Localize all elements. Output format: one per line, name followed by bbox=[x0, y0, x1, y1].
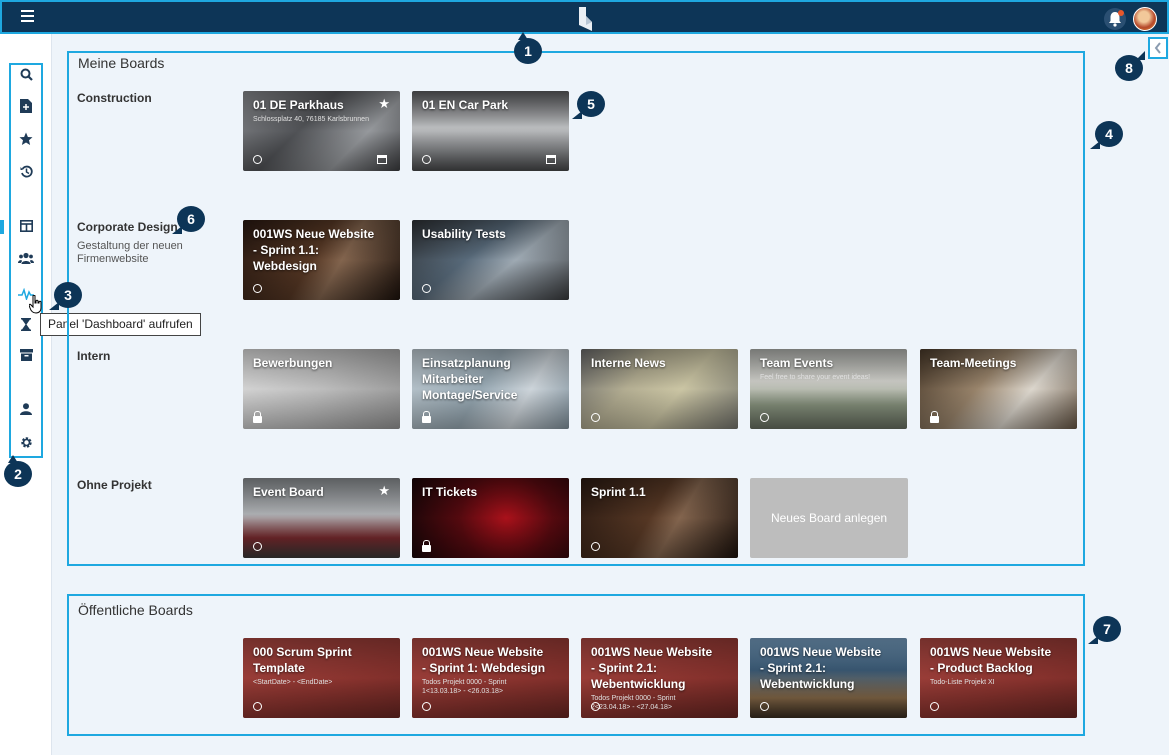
callout-5: 5 bbox=[572, 91, 605, 119]
board-title: 001WS Neue Website - Sprint 1: Webdesign bbox=[422, 645, 546, 675]
active-indicator bbox=[0, 220, 4, 234]
board-card[interactable]: 01 DE Parkhaus Schlossplatz 40, 76185 Ka… bbox=[243, 91, 400, 171]
globe-icon bbox=[422, 155, 431, 164]
board-card[interactable]: Sprint 1.1 bbox=[581, 478, 738, 558]
board-title: Usability Tests bbox=[422, 227, 506, 241]
globe-icon bbox=[422, 702, 431, 711]
board-subtitle: Todo-Liste Projekt XI bbox=[930, 679, 995, 686]
lock-icon bbox=[422, 411, 431, 423]
board-subtitle: Todos Projekt 0000 - Sprint 2<23.04.18> … bbox=[591, 695, 676, 711]
board-title: IT Tickets bbox=[422, 485, 478, 499]
callout-4: 4 bbox=[1090, 121, 1123, 149]
top-bar bbox=[0, 0, 1169, 34]
hand-cursor-icon bbox=[29, 295, 42, 314]
board-subtitle: <StartDate> - <EndDate> bbox=[253, 679, 333, 686]
settings-icon[interactable] bbox=[18, 434, 34, 450]
callout-3: 3 bbox=[49, 282, 82, 310]
globe-icon bbox=[760, 702, 769, 711]
board-subtitle: Feel free to share your event ideas! bbox=[760, 374, 871, 381]
group-name: Construction bbox=[77, 91, 152, 105]
board-subtitle: Schlossplatz 40, 76185 Karlsbrunnen bbox=[253, 116, 369, 123]
globe-icon bbox=[591, 702, 600, 711]
board-title: Bewerbungen bbox=[253, 356, 333, 370]
app-logo bbox=[579, 7, 592, 31]
group-name: Ohne Projekt bbox=[77, 478, 152, 492]
board-card[interactable]: 000 Scrum Sprint Template <StartDate> - … bbox=[243, 638, 400, 718]
board-card[interactable]: 001WS Neue Website - Sprint 2.1: Webentw… bbox=[750, 638, 907, 718]
user-icon[interactable] bbox=[18, 401, 34, 417]
star-icon[interactable]: ★ bbox=[378, 97, 390, 110]
globe-icon bbox=[930, 702, 939, 711]
globe-icon bbox=[253, 284, 262, 293]
my-boards-title: Meine Boards bbox=[78, 55, 165, 71]
star-icon[interactable]: ★ bbox=[378, 484, 390, 497]
new-board-button[interactable]: Neues Board anlegen bbox=[750, 478, 908, 558]
globe-icon bbox=[591, 413, 600, 422]
board-card[interactable]: 001WS Neue Website - Sprint 2.1: Webentw… bbox=[581, 638, 738, 718]
board-card[interactable]: 001WS Neue Website - Sprint 1: Webdesign… bbox=[412, 638, 569, 718]
board-card[interactable]: Team-Meetings bbox=[920, 349, 1077, 429]
callout-7: 7 bbox=[1088, 616, 1121, 644]
board-card[interactable]: Usability Tests bbox=[412, 220, 569, 300]
globe-icon bbox=[253, 155, 262, 164]
callout-1: 1 bbox=[514, 32, 542, 64]
board-card[interactable]: 01 EN Car Park bbox=[412, 91, 569, 171]
public-boards-title: Öffentliche Boards bbox=[78, 602, 193, 618]
board-title: Event Board bbox=[253, 485, 324, 499]
board-title: 001WS Neue Website - Sprint 1.1: Webdesi… bbox=[253, 227, 375, 273]
callout-6: 6 bbox=[172, 206, 205, 234]
board-card[interactable]: Bewerbungen bbox=[243, 349, 400, 429]
group-description: Gestaltung der neuen Firmenwebsite bbox=[77, 240, 183, 265]
calendar-icon bbox=[546, 155, 556, 164]
board-title: 01 DE Parkhaus bbox=[253, 98, 344, 112]
calendar-icon bbox=[377, 155, 387, 164]
board-title: Sprint 1.1 bbox=[591, 485, 646, 499]
board-subtitle: Todos Projekt 0000 - Sprint 1<13.03.18> … bbox=[422, 679, 507, 695]
board-card[interactable]: IT Tickets bbox=[412, 478, 569, 558]
collapse-panel-button[interactable] bbox=[1148, 37, 1168, 59]
board-card[interactable]: 001WS Neue Website - Sprint 1.1: Webdesi… bbox=[243, 220, 400, 300]
board-card[interactable]: Interne News bbox=[581, 349, 738, 429]
board-title: Team Events bbox=[760, 356, 834, 370]
notification-badge bbox=[1118, 10, 1124, 16]
board-title: 001WS Neue Website - Sprint 2.1: Webentw… bbox=[591, 645, 713, 691]
my-boards-panel bbox=[67, 51, 1085, 566]
board-title: Interne News bbox=[591, 356, 666, 370]
globe-icon bbox=[591, 542, 600, 551]
board-title: 01 EN Car Park bbox=[422, 98, 509, 112]
board-title: 001WS Neue Website - Sprint 2.1: Webentw… bbox=[760, 645, 882, 691]
board-title: Team-Meetings bbox=[930, 356, 1017, 370]
archive-icon[interactable] bbox=[18, 347, 34, 363]
board-card[interactable]: 001WS Neue Website - Product Backlog Tod… bbox=[920, 638, 1077, 718]
chevron-left-icon bbox=[1154, 42, 1161, 54]
team-icon[interactable] bbox=[18, 250, 34, 266]
new-file-icon[interactable] bbox=[18, 98, 34, 114]
group-name: Intern bbox=[77, 349, 111, 363]
board-title: 001WS Neue Website - Product Backlog bbox=[930, 645, 1052, 675]
globe-icon bbox=[760, 413, 769, 422]
menu-icon[interactable] bbox=[21, 10, 34, 22]
board-card[interactable]: Einsatzplanung Mitarbeiter Montage/Servi… bbox=[412, 349, 569, 429]
group-name: Corporate Design bbox=[77, 220, 178, 234]
hourglass-icon[interactable] bbox=[18, 316, 34, 332]
board-card[interactable]: Team Events Feel free to share your even… bbox=[750, 349, 907, 429]
star-icon[interactable] bbox=[18, 131, 34, 147]
callout-8: 8 bbox=[1115, 51, 1145, 81]
globe-icon bbox=[253, 702, 262, 711]
globe-icon bbox=[422, 284, 431, 293]
history-icon[interactable] bbox=[18, 163, 34, 179]
search-icon[interactable] bbox=[18, 66, 34, 82]
board-title: 000 Scrum Sprint Template bbox=[253, 645, 352, 675]
board-card[interactable]: Event Board ★ bbox=[243, 478, 400, 558]
board-icon[interactable] bbox=[18, 218, 34, 234]
lock-icon bbox=[930, 411, 939, 423]
callout-2: 2 bbox=[4, 455, 32, 487]
globe-icon bbox=[253, 542, 262, 551]
user-avatar[interactable] bbox=[1133, 7, 1157, 31]
lock-icon bbox=[253, 411, 262, 423]
board-title: Einsatzplanung Mitarbeiter Montage/Servi… bbox=[422, 356, 518, 402]
lock-icon bbox=[422, 540, 431, 552]
